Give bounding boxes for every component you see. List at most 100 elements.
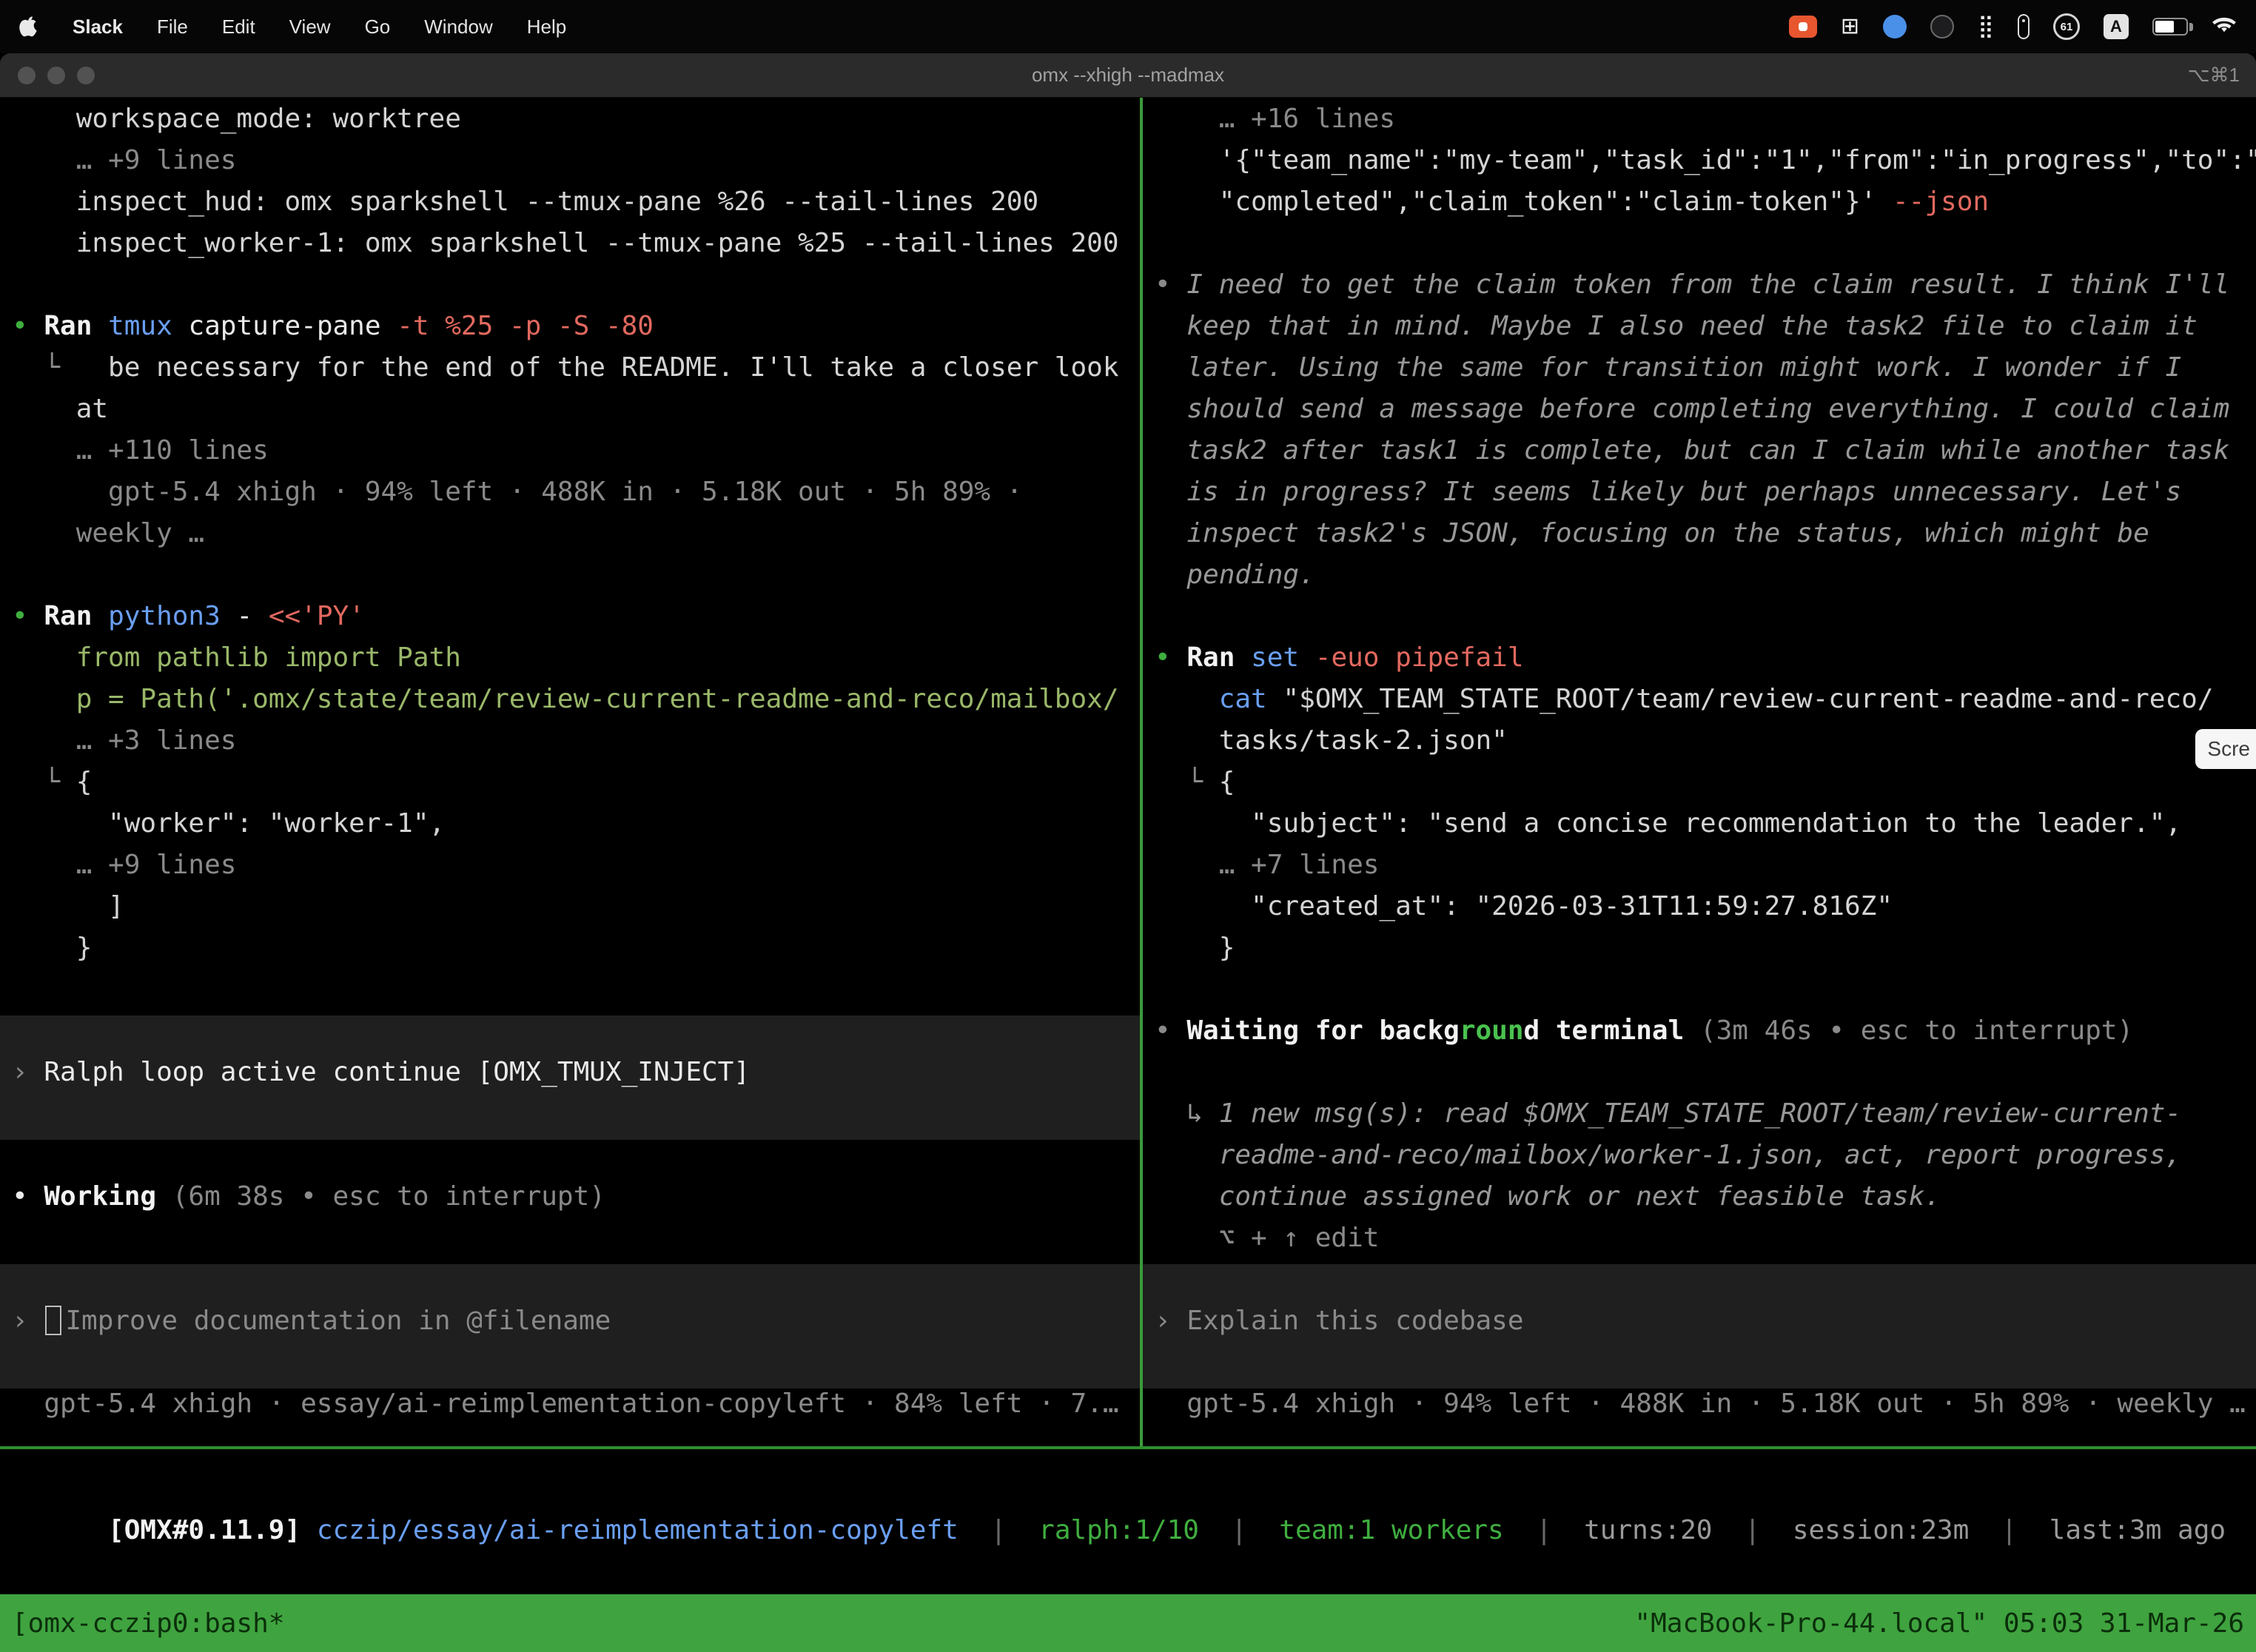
close-button[interactable]: [18, 67, 36, 84]
terminal-line: at: [0, 394, 1140, 435]
terminal-line: • Ran python3 - <<'PY': [0, 601, 1140, 642]
menu-go[interactable]: Go: [365, 16, 391, 38]
tmux-session-window[interactable]: [omx-cczip0:bash*: [12, 1608, 284, 1639]
omx-session-time: session:23m: [1793, 1515, 1969, 1545]
terminal-line: cat "$OMX_TEAM_STATE_ROOT/team/review-cu…: [1143, 684, 2256, 725]
battery-fill: [2155, 21, 2174, 33]
terminal-line: [1143, 1057, 2256, 1098]
zoom-button[interactable]: [77, 67, 95, 84]
terminal-line: • Waiting for background terminal (3m 46…: [1143, 1015, 2256, 1057]
menu-help[interactable]: Help: [527, 16, 566, 38]
terminal-line: … +9 lines: [0, 145, 1140, 187]
terminal-line: └ be necessary for the end of the README…: [0, 352, 1140, 394]
terminal-line: [1143, 974, 2256, 1015]
terminal-line: keep that in mind. Maybe I also need the…: [1143, 311, 2256, 352]
terminal-line: task2 after task1 is complete, but can I…: [1143, 435, 2256, 477]
input-source-icon[interactable]: A: [2104, 14, 2129, 39]
terminal-line: inspect_worker-1: omx sparkshell --tmux-…: [0, 228, 1140, 269]
terminal-line: … +3 lines: [0, 725, 1140, 767]
grid-menu-extra-icon[interactable]: ⊞: [1841, 16, 1859, 38]
menubar: Slack File Edit View Go Window Help ⊞ ⣿ …: [0, 0, 2256, 53]
terminal-line: "worker": "worker-1",: [0, 808, 1140, 850]
terminal-line: [0, 1223, 1140, 1264]
wifi-icon[interactable]: [2212, 15, 2237, 39]
terminal-line: [0, 560, 1140, 601]
window-title: omx --xhigh --madmax: [0, 64, 2256, 87]
terminal-window: omx --xhigh --madmax ⌥⌘1 workspace_mode:…: [0, 53, 2256, 1652]
minimize-button[interactable]: [47, 67, 65, 84]
composer-input[interactable]: › Improve documentation in @filename: [0, 1306, 1140, 1347]
menu-window[interactable]: Window: [424, 16, 492, 38]
ralph-status-bar: › Ralph loop active continue [OMX_TMUX_I…: [0, 1057, 1140, 1098]
blue-app-menu-extra-icon[interactable]: [1883, 15, 1907, 38]
tmux-panes: workspace_mode: worktree … +9 lines insp…: [0, 98, 2256, 1446]
terminal-line: [0, 1264, 1140, 1306]
terminal-line: ↳ 1 new msg(s): read $OMX_TEAM_STATE_ROO…: [1143, 1098, 2256, 1140]
dark-app-menu-extra-icon[interactable]: [1930, 15, 1954, 38]
omx-turns: turns:20: [1584, 1515, 1712, 1545]
terminal-line: p = Path('.omx/state/team/review-current…: [0, 684, 1140, 725]
terminal-line: }: [0, 933, 1140, 974]
terminal-line: [0, 1347, 1140, 1389]
dots-menu-extra-icon[interactable]: ⣿: [1978, 16, 1994, 38]
menu-edit[interactable]: Edit: [222, 16, 255, 38]
battery-percent-badge[interactable]: 61: [2053, 13, 2080, 40]
terminal-line: gpt-5.4 xhigh · 94% left · 488K in · 5.1…: [0, 477, 1140, 518]
terminal-line: should send a message before completing …: [1143, 394, 2256, 435]
terminal-line: ⌥ + ↑ edit: [1143, 1223, 2256, 1264]
left-pane[interactable]: workspace_mode: worktree … +9 lines insp…: [0, 98, 1140, 1446]
terminal-line: … +9 lines: [0, 850, 1140, 891]
terminal-line: [1143, 1264, 2256, 1306]
omx-version: [OMX#0.11.9]: [108, 1515, 301, 1545]
key-menu-extra-icon[interactable]: [2018, 14, 2030, 39]
terminal-line: • Working (6m 38s • esc to interrupt): [0, 1181, 1140, 1223]
terminal-line: [0, 974, 1140, 1015]
terminal-line: from pathlib import Path: [0, 642, 1140, 684]
terminal-line: '{"team_name":"my-team","task_id":"1","f…: [1143, 145, 2256, 187]
terminal-line: [0, 1015, 1140, 1057]
terminal-line: }: [1143, 933, 2256, 974]
omx-last-activity: last:3m ago: [2049, 1515, 2226, 1545]
terminal-line: gpt-5.4 xhigh · essay/ai-reimplementatio…: [0, 1389, 1140, 1430]
terminal-line: [1143, 601, 2256, 642]
screen-notification-popup[interactable]: Scre: [2195, 729, 2256, 769]
window-shortcut-hint: ⌥⌘1: [2188, 64, 2256, 87]
terminal-line: inspect task2's JSON, focusing on the st…: [1143, 518, 2256, 560]
terminal-line: is in progress? It seems likely but perh…: [1143, 477, 2256, 518]
menu-file[interactable]: File: [157, 16, 188, 38]
terminal-line: "subject": "send a concise recommendatio…: [1143, 808, 2256, 850]
screen-recording-indicator-icon[interactable]: [1789, 16, 1817, 38]
battery-icon[interactable]: [2152, 18, 2188, 36]
terminal-line: └ {: [1143, 767, 2256, 808]
omx-team-workers: team:1 workers: [1279, 1515, 1503, 1545]
terminal-line: weekly …: [0, 518, 1140, 560]
terminal-line: • Ran tmux capture-pane -t %25 -p -S -80: [0, 311, 1140, 352]
menu-view[interactable]: View: [289, 16, 331, 38]
omx-worktree-path: cczip/essay/ai-reimplementation-copyleft: [317, 1515, 959, 1545]
terminal-line: … +7 lines: [1143, 850, 2256, 891]
composer-input[interactable]: › Explain this codebase: [1143, 1306, 2256, 1347]
tmux-status-bar: [omx-cczip0:bash* "MacBook-Pro-44.local"…: [0, 1594, 2256, 1652]
terminal-line: [0, 1098, 1140, 1140]
apple-menu-icon[interactable]: [19, 16, 38, 38]
terminal-line: continue assigned work or next feasible …: [1143, 1181, 2256, 1223]
terminal-line: pending.: [1143, 560, 2256, 601]
terminal-line: ]: [0, 891, 1140, 933]
terminal-line: • Ran set -euo pipefail: [1143, 642, 2256, 684]
terminal-line: • I need to get the claim token from the…: [1143, 269, 2256, 311]
terminal-line: [1143, 1347, 2256, 1389]
omx-status-line: [OMX#0.11.9] cczip/essay/ai-reimplementa…: [12, 1468, 2256, 1510]
terminal-line: tasks/task-2.json": [1143, 725, 2256, 767]
active-app-menu[interactable]: Slack: [73, 16, 123, 38]
terminal-line: [1143, 228, 2256, 269]
text-cursor: [45, 1306, 61, 1335]
terminal-line: inspect_hud: omx sparkshell --tmux-pane …: [0, 187, 1140, 228]
terminal-line: [0, 1140, 1140, 1181]
terminal-line: "completed","claim_token":"claim-token"}…: [1143, 187, 2256, 228]
terminal-line: later. Using the same for transition mig…: [1143, 352, 2256, 394]
right-pane[interactable]: … +16 lines '{"team_name":"my-team","tas…: [1143, 98, 2256, 1446]
terminal-line: readme-and-reco/mailbox/worker-1.json, a…: [1143, 1140, 2256, 1181]
window-titlebar[interactable]: omx --xhigh --madmax ⌥⌘1: [0, 53, 2256, 98]
tmux-host-clock: "MacBook-Pro-44.local" 05:03 31-Mar-26: [1634, 1608, 2244, 1639]
terminal-line: gpt-5.4 xhigh · 94% left · 488K in · 5.1…: [1143, 1389, 2256, 1430]
